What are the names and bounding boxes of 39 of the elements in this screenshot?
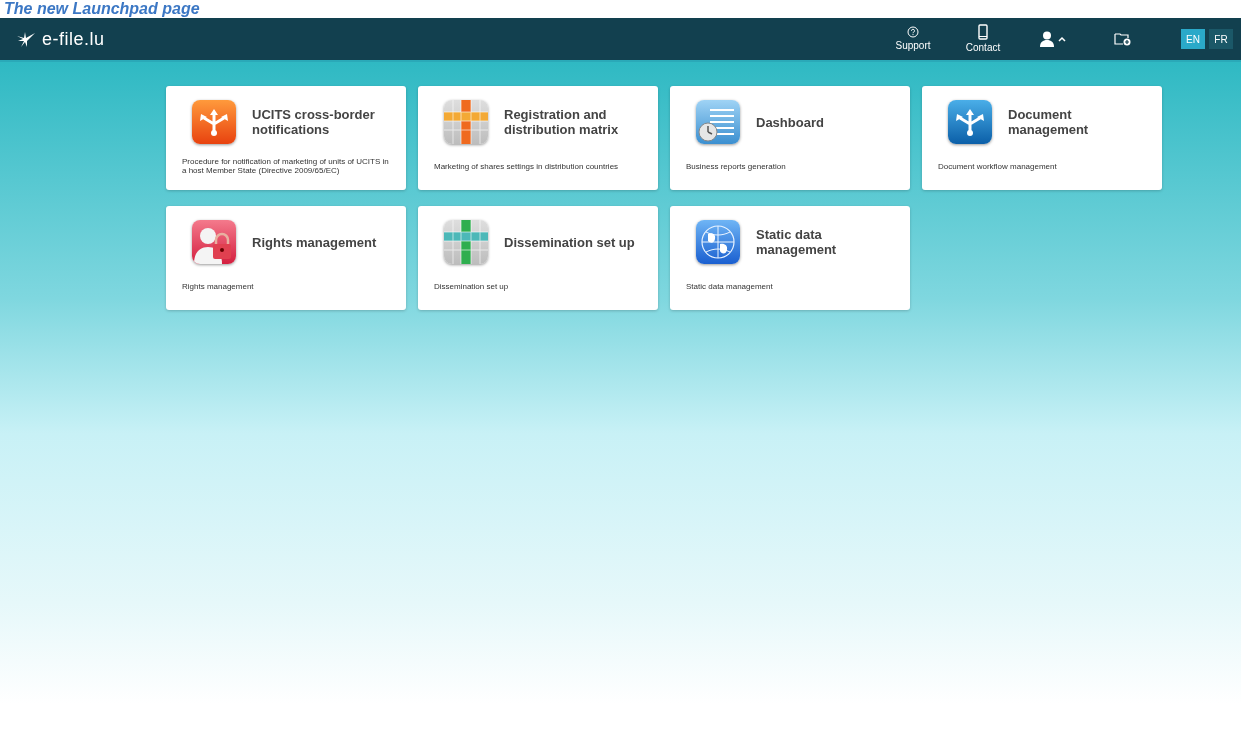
app-tile[interactable]: Dashboard Business reports generation (670, 86, 910, 190)
tile-description: Business reports generation (686, 161, 786, 171)
grid-icon (444, 100, 488, 144)
globe-icon (696, 220, 740, 264)
tile-title: Rights management (252, 234, 377, 250)
user-icon (1040, 31, 1054, 47)
help-icon (907, 26, 919, 38)
tile-description: Static data management (686, 281, 773, 291)
branching-arrows-icon (948, 100, 992, 144)
report-list-icon (696, 100, 740, 144)
logo-icon (16, 30, 36, 48)
nav-button[interactable]: Contact (965, 24, 1001, 54)
branching-arrows-icon (192, 100, 236, 144)
logo-link[interactable]: e-file.lu (16, 25, 105, 53)
app-tile[interactable]: Dissemination set up Dissemination set up (418, 206, 658, 310)
tile-description: Rights management (182, 281, 254, 291)
language-button[interactable]: FR (1209, 29, 1233, 49)
nav-button[interactable]: Support (895, 26, 931, 52)
caret-up-icon (1058, 36, 1066, 42)
tile-title: Document management (1008, 107, 1090, 137)
tile-title: Dissemination set up (504, 234, 635, 250)
app-tile[interactable]: UCITS cross-border notifications Procedure for notification of marketing of units of UCITS in a host Member State (Directive 2009/65/EC) (166, 86, 406, 190)
tile-title: UCITS cross-border notifications (252, 107, 376, 137)
phone-icon (978, 24, 988, 40)
tile-title: Registration and distribution matrix (504, 107, 620, 137)
tile-title: Static data management (756, 227, 838, 257)
tile-description: Procedure for notification of marketing of units of UCITS in a host Member State (Directive 2009/65/EC) (182, 157, 390, 175)
tile-description: Marketing of shares settings in distribution countries (434, 161, 619, 171)
folder-add-icon (1114, 32, 1132, 46)
user-lock-icon (192, 220, 236, 264)
page-caption: The new Launchpad page (4, 0, 200, 18)
grid-icon (444, 220, 488, 264)
tile-description: Dissemination set up (434, 281, 509, 291)
app-tile[interactable]: Rights management Rights management (166, 206, 406, 310)
app-tile[interactable]: Document management Document workflow management (922, 86, 1162, 190)
tile-title: Dashboard (756, 114, 824, 130)
app-tile[interactable]: Static data management Static data management (670, 206, 910, 310)
app-tile[interactable]: Registration and distribution matrix Marketing of shares settings in distribution countries (418, 86, 658, 190)
tile-description: Document workflow management (938, 161, 1057, 171)
